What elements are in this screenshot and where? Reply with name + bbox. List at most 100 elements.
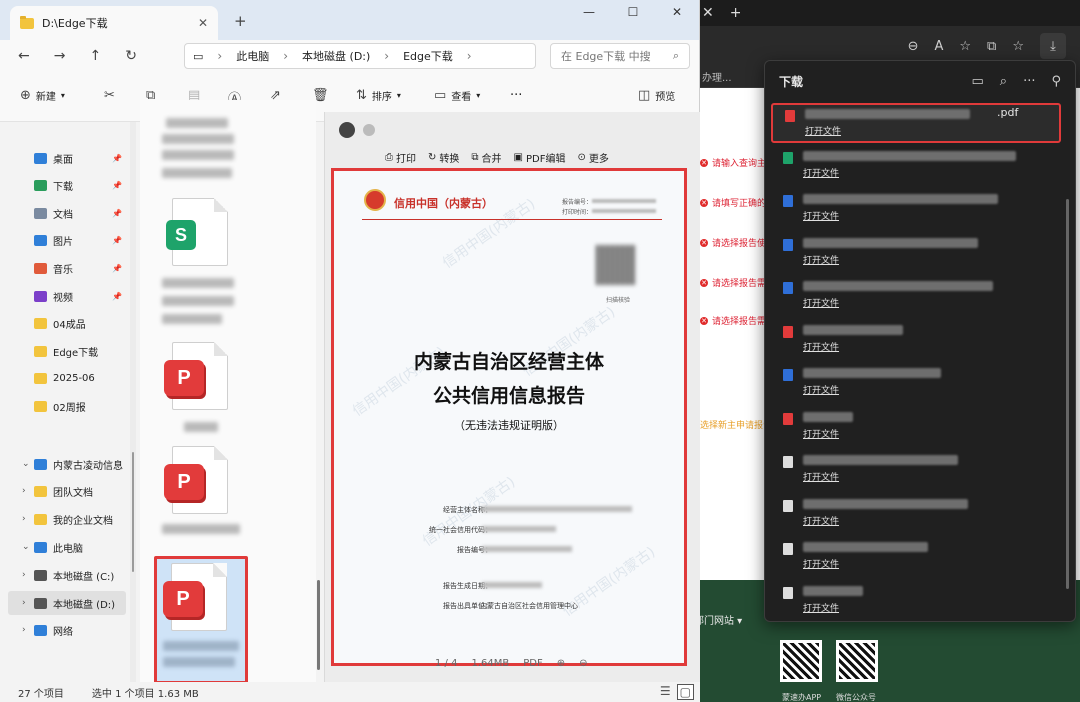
maximize-button[interactable]: ☐ <box>611 0 655 26</box>
footer-link[interactable]: 部门网站 ▾ <box>694 612 742 627</box>
read-aloud-icon[interactable]: A <box>934 39 943 54</box>
pin-icon[interactable]: ⚲ <box>1051 74 1061 89</box>
pane-splitter[interactable] <box>130 122 136 682</box>
explorer-tab[interactable]: D:\Edge下载 ✕ <box>10 6 218 40</box>
sidebar-item[interactable]: 2025-06 <box>8 367 126 391</box>
sidebar-item[interactable]: 下载 📌 <box>8 174 126 198</box>
download-item[interactable]: 打开文件 <box>771 451 1061 491</box>
sidebar-tree-item[interactable]: ⌄ 此电脑 <box>8 535 126 559</box>
zoom-icon[interactable]: ⊖ <box>908 39 919 54</box>
sort-button[interactable]: ⇅ 排序 ▾ <box>356 88 401 103</box>
open-file-link[interactable]: 打开文件 <box>803 340 839 353</box>
pdf-file-tile[interactable]: P <box>164 342 232 414</box>
avatar[interactable] <box>339 122 355 138</box>
download-item[interactable]: 打开文件 <box>771 321 1061 361</box>
breadcrumb-drive-d[interactable]: 本地磁盘 (D:) <box>302 48 370 64</box>
new-button[interactable]: ⊕ 新建 ▾ <box>20 88 65 103</box>
sidebar-tree-item[interactable]: › 网络 <box>8 618 126 642</box>
selected-pdf-file-tile[interactable]: P <box>154 556 248 682</box>
sidebar-tree-item[interactable]: ⌄ 内蒙古凌动信息 <box>8 452 126 476</box>
sidebar-tree-item[interactable]: › 我的企业文档 <box>8 507 126 531</box>
open-file-link[interactable]: 打开文件 <box>803 166 839 179</box>
downloads-button[interactable]: ⤓ <box>1040 33 1066 59</box>
breadcrumb-edge-download[interactable]: Edge下载 <box>403 48 453 64</box>
open-file-link[interactable]: 打开文件 <box>803 601 839 614</box>
zoom-in-icon[interactable]: ⊕ <box>557 658 565 669</box>
sidebar-item[interactable]: 图片 📌 <box>8 229 126 253</box>
pin-icon[interactable]: 📌 <box>112 181 122 190</box>
preview-pane-button[interactable]: ◫ 预览 <box>638 88 675 103</box>
back-arrow-icon[interactable]: ← <box>18 48 30 64</box>
sidebar-item[interactable]: 04成品 <box>8 312 126 336</box>
new-tab-icon[interactable]: + <box>730 5 742 21</box>
chevron-right-icon[interactable]: › <box>22 625 26 635</box>
download-item[interactable]: 打开文件 <box>771 364 1061 404</box>
pin-icon[interactable]: 📌 <box>112 154 122 163</box>
download-item[interactable]: 打开文件 <box>771 234 1061 274</box>
pdf-file-tile[interactable]: P <box>164 446 232 518</box>
sidebar-item[interactable]: 桌面 📌 <box>8 146 126 170</box>
pin-icon[interactable]: 📌 <box>112 292 122 301</box>
download-item[interactable]: .pdf 打开文件 <box>771 103 1061 143</box>
open-file-link[interactable]: 打开文件 <box>803 557 839 570</box>
open-file-link[interactable]: 打开文件 <box>803 253 839 266</box>
nav-scrollbar[interactable] <box>132 452 134 572</box>
address-bar[interactable]: ▭ › 此电脑 › 本地磁盘 (D:) › Edge下载 › <box>184 43 536 69</box>
minimize-button[interactable]: — <box>567 0 611 26</box>
search-icon[interactable]: ⌕ <box>1000 74 1007 89</box>
open-file-link[interactable]: 打开文件 <box>805 124 841 137</box>
sidebar-item[interactable]: 音乐 📌 <box>8 256 126 280</box>
view-button[interactable]: ▭ 查看 ▾ <box>434 88 480 103</box>
forward-arrow-icon[interactable]: → <box>54 48 66 64</box>
breadcrumb-this-pc[interactable]: 此电脑 <box>236 48 269 64</box>
chevron-right-icon[interactable]: › <box>22 598 26 608</box>
pdf-edit-button[interactable]: ▣ PDF编辑 <box>514 150 566 165</box>
open-file-link[interactable]: 打开文件 <box>803 514 839 527</box>
pin-icon[interactable]: 📌 <box>112 236 122 245</box>
spreadsheet-file-tile[interactable]: S <box>164 198 232 270</box>
merge-button[interactable]: ⧉ 合并 <box>471 150 501 165</box>
pin-icon[interactable]: 📌 <box>112 264 122 273</box>
sidebar-tree-item[interactable]: › 本地磁盘 (D:) <box>8 591 126 615</box>
chevron-down-icon[interactable]: ⌄ <box>22 459 30 469</box>
search-input[interactable]: 在 Edge下载 中搜 ⌕ <box>550 43 690 69</box>
open-folder-icon[interactable]: ▭ <box>971 74 983 89</box>
more-button[interactable]: ⊙ 更多 <box>577 150 608 165</box>
chevron-right-icon[interactable]: › <box>22 514 26 524</box>
zoom-out-icon[interactable]: ⊖ <box>579 658 587 669</box>
chevron-down-icon[interactable]: ⌄ <box>22 542 30 552</box>
open-file-link[interactable]: 打开文件 <box>803 470 839 483</box>
up-arrow-icon[interactable]: ↑ <box>89 48 101 64</box>
sidebar-item[interactable]: 02周报 <box>8 394 126 418</box>
details-view-icon[interactable]: ☰ <box>660 684 671 700</box>
print-button[interactable]: ⎙ 打印 <box>385 150 416 165</box>
download-item[interactable]: 打开文件 <box>771 147 1061 187</box>
open-file-link[interactable]: 打开文件 <box>803 209 839 222</box>
tiles-view-icon[interactable]: ▢ <box>676 684 694 700</box>
sidebar-item[interactable]: 文档 📌 <box>8 201 126 225</box>
download-item[interactable]: 打开文件 <box>771 582 1061 622</box>
chevron-right-icon[interactable]: › <box>22 486 26 496</box>
more-button[interactable]: ··· <box>510 88 522 103</box>
refresh-icon[interactable]: ↻ <box>125 48 137 64</box>
fav-item[interactable]: 办理... <box>702 69 732 84</box>
download-item[interactable]: 打开文件 <box>771 277 1061 317</box>
close-window-button[interactable]: ✕ <box>655 0 699 26</box>
open-file-link[interactable]: 打开文件 <box>803 427 839 440</box>
chevron-right-icon[interactable]: › <box>22 570 26 580</box>
convert-button[interactable]: ↻ 转换 <box>428 150 459 165</box>
sidebar-tree-item[interactable]: › 本地磁盘 (C:) <box>8 563 126 587</box>
extensions-icon[interactable]: ⧉ <box>987 39 996 54</box>
favorites-list-icon[interactable]: ☆ <box>1012 39 1024 54</box>
download-item[interactable]: 打开文件 <box>771 190 1061 230</box>
cut-button[interactable]: ✂ <box>104 88 115 103</box>
favorite-star-icon[interactable]: ☆ <box>959 39 971 54</box>
sidebar-item[interactable]: 视频 📌 <box>8 284 126 308</box>
sidebar-tree-item[interactable]: › 团队文档 <box>8 479 126 503</box>
tab-close-icon[interactable]: ✕ <box>702 5 714 21</box>
download-item[interactable]: 打开文件 <box>771 538 1061 578</box>
download-item[interactable]: 打开文件 <box>771 408 1061 448</box>
new-tab-button[interactable]: + <box>234 12 247 30</box>
pin-icon[interactable]: 📌 <box>112 209 122 218</box>
sidebar-item[interactable]: Edge下载 <box>8 339 126 363</box>
